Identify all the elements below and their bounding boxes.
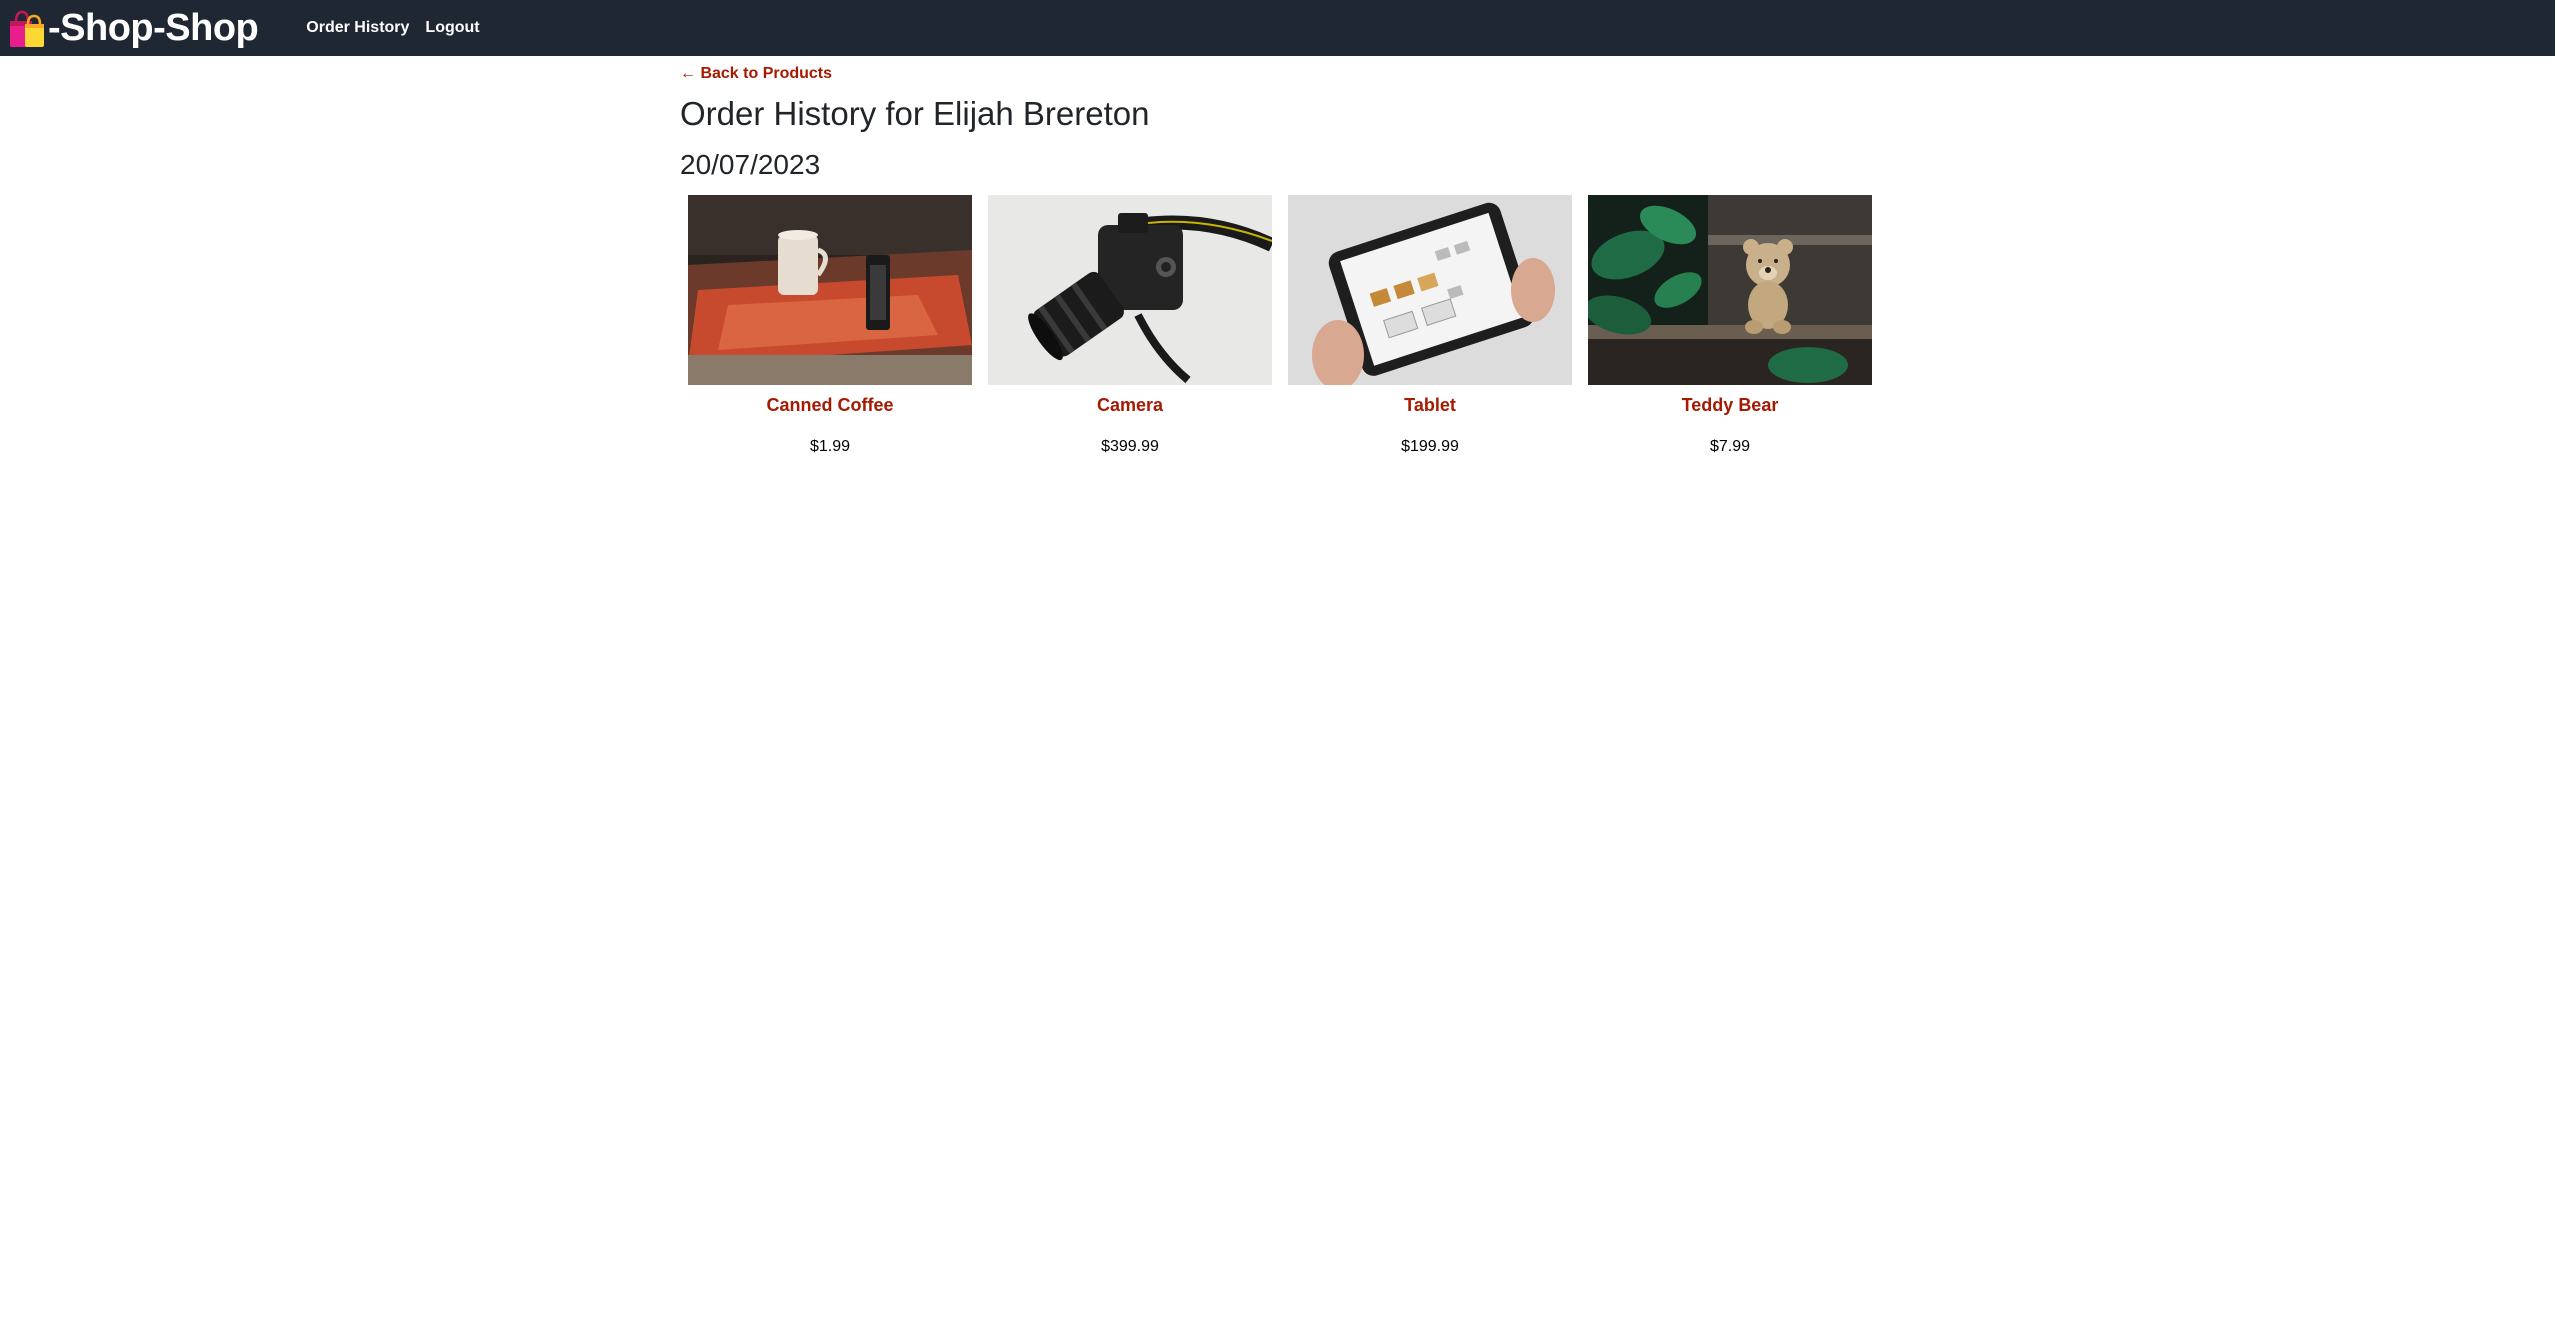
order: 20/07/2023 Canned Coffee $1.99 Camera $3… — [680, 149, 1880, 456]
product-card: Canned Coffee $1.99 — [688, 195, 972, 456]
teddy-bear-image[interactable] — [1588, 195, 1872, 385]
brand-text: -Shop-Shop — [48, 6, 259, 49]
page-title: Order History for Elijah Brereton — [680, 95, 1150, 132]
camera-image[interactable] — [988, 195, 1272, 385]
product-card: Camera $399.99 — [988, 195, 1272, 456]
product-card: Teddy Bear $7.99 — [1588, 195, 1872, 456]
product-price: $199.99 — [1401, 438, 1459, 455]
brand-link[interactable]: -Shop-Shop — [8, 6, 259, 50]
canned-coffee-image[interactable] — [688, 195, 972, 385]
main-content: ← Back to Products Order History for Eli… — [680, 56, 1880, 456]
shopping-bags-icon — [8, 8, 48, 48]
navbar: -Shop-Shop Order History Logout — [0, 0, 2555, 56]
product-price: $1.99 — [809, 438, 851, 455]
tablet-image[interactable] — [1288, 195, 1572, 385]
product-name-link[interactable]: Canned Coffee — [688, 395, 972, 416]
nav-order-history-link[interactable]: Order History — [306, 19, 409, 37]
order-date: 20/07/2023 — [680, 149, 821, 180]
nav-logout-link[interactable]: Logout — [425, 19, 479, 37]
product-card: Tablet $199.99 — [1288, 195, 1572, 456]
back-to-products-link[interactable]: ← Back to Products — [680, 65, 832, 83]
product-name-link[interactable]: Teddy Bear — [1588, 395, 1872, 416]
product-name-link[interactable]: Tablet — [1288, 395, 1572, 416]
nav-links: Order History Logout — [306, 19, 479, 37]
order-products: Canned Coffee $1.99 Camera $399.99 Table… — [680, 195, 1880, 456]
product-price: $399.99 — [1101, 438, 1159, 455]
product-name-link[interactable]: Camera — [988, 395, 1272, 416]
product-price: $7.99 — [1709, 438, 1751, 455]
